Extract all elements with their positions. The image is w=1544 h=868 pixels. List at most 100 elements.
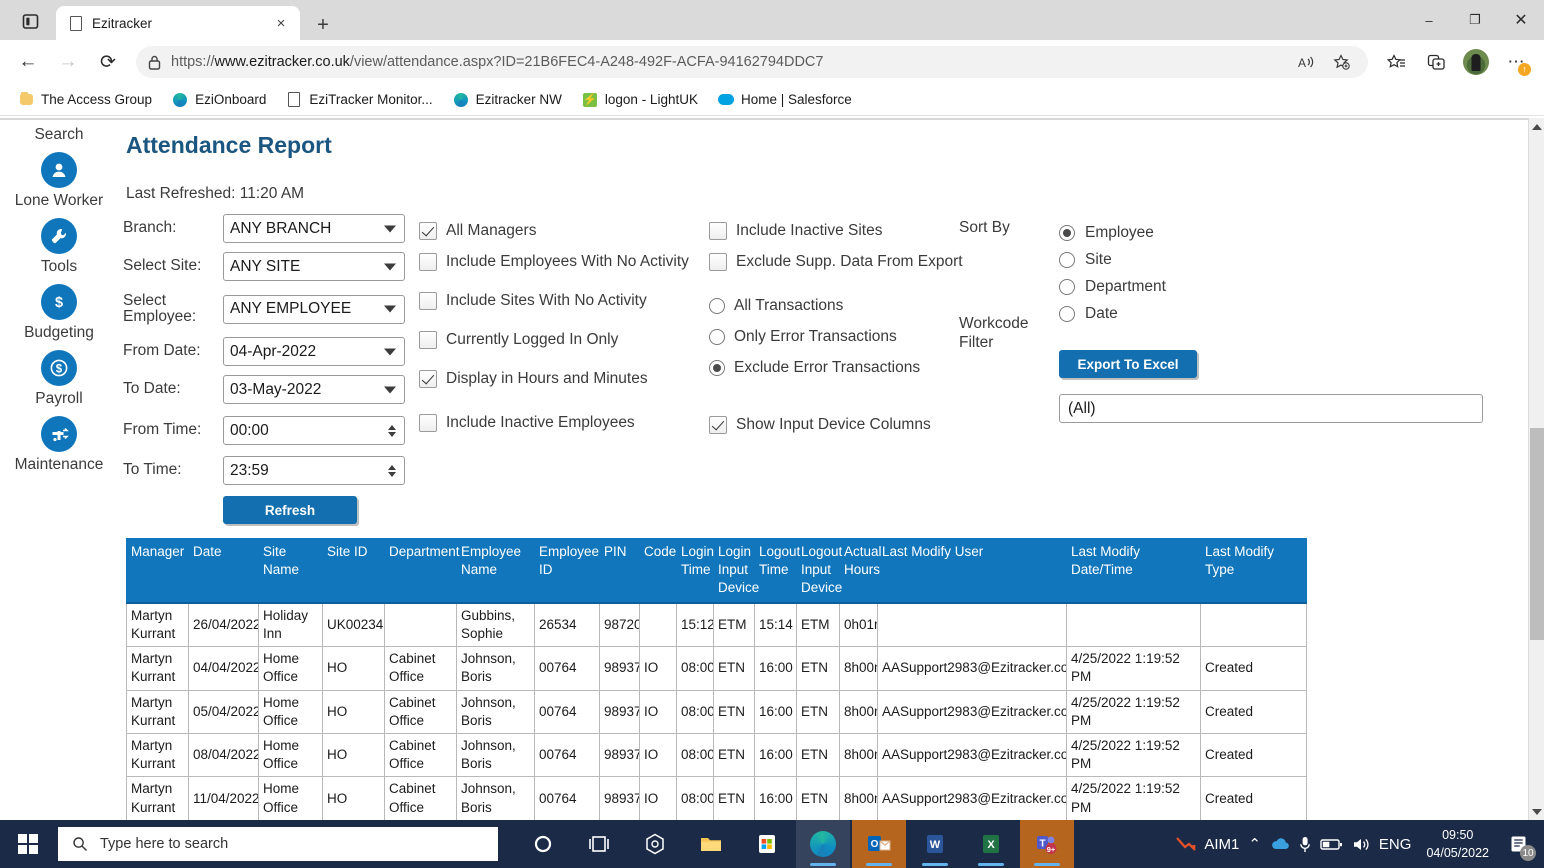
bookmark-home-salesforce[interactable]: Home | Salesforce <box>710 89 860 111</box>
checkbox-icon[interactable] <box>419 331 437 349</box>
table-row[interactable]: Martyn Kurrant11/04/2022Home OfficeHOCab… <box>127 777 1307 820</box>
3d-viewer-icon[interactable] <box>628 820 682 868</box>
sidebar-item-tools[interactable]: Tools <box>0 218 118 284</box>
bookmark-the-access-group[interactable]: The Access Group <box>10 89 160 111</box>
tab-search-button[interactable] <box>8 2 52 40</box>
th-date[interactable]: Date <box>189 539 259 603</box>
close-tab-icon[interactable]: × <box>268 10 294 36</box>
microphone-icon[interactable] <box>1299 836 1311 853</box>
volume-icon[interactable] <box>1352 837 1370 852</box>
maximize-button[interactable]: ❐ <box>1452 0 1498 40</box>
radio-icon[interactable] <box>709 329 725 345</box>
radio-icon[interactable] <box>1059 279 1075 295</box>
notifications-icon[interactable]: 10 <box>1504 828 1534 860</box>
radio-icon[interactable] <box>1059 252 1075 268</box>
radio-sort-site[interactable]: Site <box>1059 246 1279 273</box>
radio-icon[interactable] <box>709 360 725 376</box>
favorites-icon[interactable] <box>1378 45 1414 79</box>
branch-select[interactable]: ANY BRANCH <box>223 214 405 243</box>
th-code[interactable]: Code <box>640 539 677 603</box>
browser-settings-icon[interactable]: ⋯ ↑ <box>1498 45 1534 79</box>
sidebar-item-budgeting[interactable]: $ Budgeting <box>0 284 118 350</box>
th-site-name[interactable]: Site Name <box>259 539 323 603</box>
new-tab-button[interactable]: + <box>306 10 340 40</box>
checkbox-currently-logged-in-only[interactable]: Currently Logged In Only <box>419 324 709 355</box>
battery-icon[interactable] <box>1320 838 1343 851</box>
table-row[interactable]: Martyn Kurrant26/04/2022Holiday InnUK002… <box>127 603 1307 647</box>
browser-tab[interactable]: Ezitracker × <box>56 6 300 40</box>
employee-select[interactable]: ANY EMPLOYEE <box>223 295 405 324</box>
bookmark-ezitracker-monitor[interactable]: EziTracker Monitor... <box>278 89 440 111</box>
radio-exclude-error-transactions[interactable]: Exclude Error Transactions <box>709 352 959 383</box>
language-indicator[interactable]: ENG <box>1379 836 1412 853</box>
checkbox-show-input-device-columns[interactable]: Show Input Device Columns <box>709 409 959 440</box>
taskbar-search-input[interactable]: Type here to search <box>58 827 498 861</box>
to-time-input[interactable]: 23:59 <box>223 456 405 485</box>
th-employee-id[interactable]: Employee ID <box>535 539 600 603</box>
refresh-button[interactable]: Refresh <box>223 496 357 524</box>
table-row[interactable]: Martyn Kurrant04/04/2022Home OfficeHOCab… <box>127 647 1307 690</box>
th-login-input-device[interactable]: Login Input Device <box>714 539 755 603</box>
radio-sort-date[interactable]: Date <box>1059 300 1279 327</box>
aim-status[interactable]: AIM1 <box>1175 835 1239 853</box>
th-last-modify-type[interactable]: Last Modify Type <box>1201 539 1307 603</box>
radio-sort-employee[interactable]: Employee <box>1059 219 1279 246</box>
bookmark-ezitracker-nw[interactable]: Ezitracker NW <box>445 89 570 111</box>
stepper-icon[interactable] <box>388 425 396 437</box>
checkbox-icon[interactable] <box>419 370 437 388</box>
outlook-icon[interactable]: O <box>852 820 906 868</box>
show-hidden-icons-chevron[interactable]: ⌃ <box>1248 835 1261 853</box>
stepper-icon[interactable] <box>388 465 396 477</box>
radio-all-transactions[interactable]: All Transactions <box>709 290 959 321</box>
scrollbar-thumb[interactable] <box>1530 428 1544 640</box>
microsoft-store-icon[interactable] <box>740 820 794 868</box>
bookmark-logon-lightuk[interactable]: ⚡ logon - LightUK <box>574 89 706 111</box>
scroll-down-icon[interactable] <box>1529 803 1544 820</box>
th-login-time[interactable]: Login Time <box>677 539 714 603</box>
th-logout-input-device[interactable]: Logout Input Device <box>797 539 840 603</box>
checkbox-all-managers[interactable]: All Managers <box>419 215 709 246</box>
from-time-input[interactable]: 00:00 <box>223 416 405 445</box>
checkbox-exclude-supp-data[interactable]: Exclude Supp. Data From Export <box>709 246 959 277</box>
collections-icon[interactable] <box>1418 45 1454 79</box>
close-window-button[interactable]: ✕ <box>1498 0 1544 40</box>
add-favorite-icon[interactable] <box>1326 48 1356 76</box>
checkbox-icon[interactable] <box>419 414 437 432</box>
export-to-excel-button[interactable]: Export To Excel <box>1059 350 1197 378</box>
th-site-id[interactable]: Site ID <box>323 539 385 603</box>
to-date-select[interactable]: 03-May-2022 <box>223 375 405 404</box>
address-bar[interactable]: https://www.ezitracker.co.uk/view/attend… <box>136 46 1368 78</box>
sidebar-item-search[interactable]: Search <box>0 122 118 152</box>
checkbox-icon[interactable] <box>419 292 437 310</box>
reload-icon[interactable]: ⟳ <box>90 45 126 79</box>
radio-icon[interactable] <box>1059 306 1075 322</box>
sidebar-item-maintenance[interactable]: Maintenance <box>0 416 118 482</box>
start-button[interactable] <box>4 820 52 868</box>
checkbox-icon[interactable] <box>709 416 727 434</box>
checkbox-include-employees-no-activity[interactable]: Include Employees With No Activity <box>419 246 709 277</box>
table-row[interactable]: Martyn Kurrant05/04/2022Home OfficeHOCab… <box>127 690 1307 733</box>
scroll-up-icon[interactable] <box>1529 118 1544 135</box>
read-aloud-icon[interactable]: A <box>1292 48 1322 76</box>
edge-icon[interactable] <box>796 820 850 868</box>
taskbar-clock[interactable]: 09:50 04/05/2022 <box>1420 826 1495 862</box>
checkbox-icon[interactable] <box>419 222 437 240</box>
page-scrollbar[interactable] <box>1528 118 1544 820</box>
cortana-icon[interactable] <box>516 820 570 868</box>
profile-avatar[interactable] <box>1458 45 1494 79</box>
th-last-modify-user[interactable]: Last Modify User <box>878 539 1067 603</box>
minimize-button[interactable]: – <box>1406 0 1452 40</box>
radio-icon[interactable] <box>709 298 725 314</box>
teams-icon[interactable]: T9+ <box>1020 820 1074 868</box>
word-icon[interactable]: W <box>908 820 962 868</box>
radio-sort-department[interactable]: Department <box>1059 273 1279 300</box>
checkbox-display-hours-minutes[interactable]: Display in Hours and Minutes <box>419 363 709 394</box>
th-logout-time[interactable]: Logout Time <box>755 539 797 603</box>
checkbox-icon[interactable] <box>709 253 727 271</box>
file-explorer-icon[interactable] <box>684 820 738 868</box>
checkbox-include-inactive-employees[interactable]: Include Inactive Employees <box>419 407 709 438</box>
from-date-select[interactable]: 04-Apr-2022 <box>223 337 405 366</box>
onedrive-icon[interactable] <box>1270 837 1290 851</box>
th-pin[interactable]: PIN <box>600 539 640 603</box>
checkbox-icon[interactable] <box>709 222 727 240</box>
